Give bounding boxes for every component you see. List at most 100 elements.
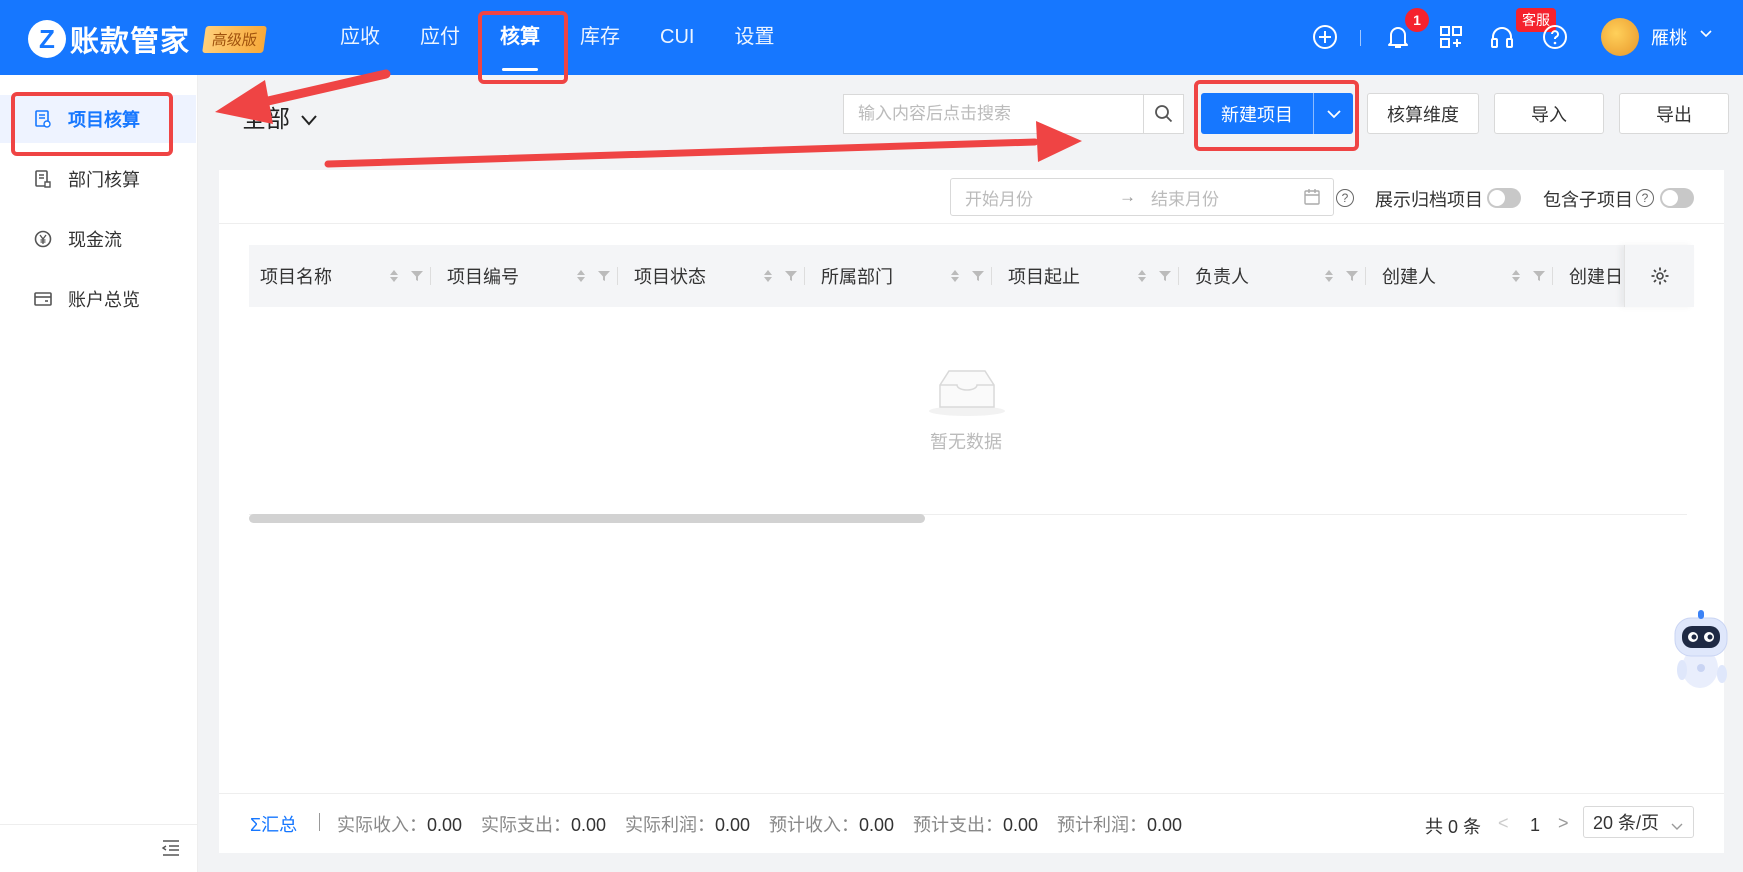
app-logo[interactable]: Z 账款管家 高级版 [28, 18, 267, 60]
show-archived-toggle[interactable] [1487, 188, 1521, 208]
empty-box-icon [928, 365, 1006, 417]
month-start-input[interactable]: 开始月份 [965, 185, 1033, 210]
card-divider [219, 223, 1724, 224]
summary-item-value: 0.00 [1003, 815, 1039, 835]
month-end-input[interactable]: 结束月份 [1151, 185, 1219, 210]
column-header[interactable]: 项目编号 [447, 245, 519, 307]
annotation-highlight-nav [478, 11, 568, 84]
sort-icon[interactable] [389, 269, 399, 283]
column-label: 创建人 [1382, 267, 1436, 287]
range-arrow: → [1119, 187, 1136, 206]
filter-icon[interactable] [1533, 270, 1545, 282]
pagination-prev[interactable]: < [1498, 813, 1509, 834]
gear-icon [1651, 267, 1668, 285]
search-input[interactable] [844, 95, 1143, 133]
help-icon[interactable]: ? [1636, 189, 1654, 207]
column-header[interactable]: 项目起止 [1008, 245, 1080, 307]
sidebar-item-cashflow[interactable]: 现金流 [0, 215, 196, 263]
user-name[interactable]: 雁桃 [1651, 24, 1687, 50]
filter-dropdown[interactable]: 全部 [242, 99, 318, 134]
column-label: 创建日 [1569, 267, 1623, 287]
column-separator[interactable] [1365, 267, 1366, 285]
column-separator[interactable] [1178, 267, 1179, 285]
nav-settings[interactable]: 设置 [714, 0, 794, 75]
nav-inventory[interactable]: 库存 [560, 0, 640, 75]
nav-cui[interactable]: CUI [640, 0, 714, 75]
summary-item: 预计利润：0.00 [1057, 811, 1182, 837]
filter-icon[interactable] [1346, 270, 1358, 282]
column-header[interactable]: 项目名称 [260, 245, 332, 307]
horizontal-scrollbar[interactable] [249, 514, 925, 523]
avatar[interactable] [1601, 18, 1639, 56]
column-separator[interactable] [804, 267, 805, 285]
summary-item-value: 0.00 [715, 815, 751, 835]
export-button[interactable]: 导出 [1619, 93, 1729, 134]
assistant-robot-icon[interactable] [1670, 608, 1736, 694]
sidebar-item-department-accounting[interactable]: 部门核算 [0, 155, 196, 203]
add-circle-icon[interactable] [1310, 22, 1340, 52]
search-button[interactable] [1143, 95, 1183, 133]
collapse-menu-icon[interactable] [161, 839, 181, 859]
sort-icon[interactable] [1324, 269, 1334, 283]
top-header: Z 账款管家 高级版 应收 应付 核算 库存 CUI 设置 [0, 0, 1743, 75]
summary-item-value: 0.00 [571, 815, 607, 835]
headset-icon[interactable] [1487, 22, 1517, 52]
pagination-total: 共 0 条 [1425, 817, 1482, 837]
apps-grid-icon[interactable] [1436, 22, 1466, 52]
sort-icon[interactable] [763, 269, 773, 283]
header-divider [1360, 30, 1361, 46]
chevron-down-icon [1671, 816, 1683, 830]
account-card-icon [34, 290, 52, 308]
page-size-select[interactable]: 20 条/页 [1583, 806, 1694, 838]
column-header[interactable]: 负责人 [1195, 245, 1249, 307]
column-separator[interactable] [430, 267, 431, 285]
show-archived-label: 展示归档项目 [1375, 190, 1483, 210]
sort-icon[interactable] [1137, 269, 1147, 283]
chevron-down-icon[interactable] [1699, 26, 1713, 43]
cashflow-yen-icon [34, 230, 52, 248]
column-label: 项目编号 [447, 267, 519, 287]
search-box [843, 94, 1184, 134]
nav-payable[interactable]: 应付 [400, 0, 480, 75]
summary-label[interactable]: Σ汇总 [250, 811, 297, 837]
filter-icon[interactable] [785, 270, 797, 282]
pagination-next[interactable]: > [1558, 813, 1569, 834]
nav-receivable[interactable]: 应收 [320, 0, 400, 75]
month-range-picker[interactable]: 开始月份 → 结束月份 [950, 178, 1334, 216]
summary-item-label: 预计利润： [1057, 815, 1147, 835]
column-header[interactable]: 项目状态 [634, 245, 706, 307]
app-name: 账款管家 [70, 26, 191, 58]
include-children-toggle[interactable] [1660, 188, 1694, 208]
filter-icon[interactable] [1159, 270, 1171, 282]
filter-title: 全部 [242, 106, 290, 133]
filter-icon[interactable] [411, 270, 423, 282]
column-label: 项目状态 [634, 267, 706, 287]
summary-item-value: 0.00 [427, 815, 463, 835]
column-header[interactable]: 创建人 [1382, 245, 1436, 307]
summary-item: 实际收入：0.00 [337, 811, 462, 837]
column-settings-button[interactable] [1624, 245, 1694, 307]
sort-icon[interactable] [950, 269, 960, 283]
summary-item-value: 0.00 [1147, 815, 1183, 835]
sidebar-item-label: 现金流 [68, 230, 122, 250]
column-separator[interactable] [1552, 267, 1553, 285]
annotation-highlight-new-project [1194, 80, 1359, 151]
sort-icon[interactable] [1511, 269, 1521, 283]
filter-icon[interactable] [972, 270, 984, 282]
column-header[interactable]: 创建日 [1569, 245, 1623, 307]
column-separator[interactable] [991, 267, 992, 285]
summary-item-label: 实际支出： [481, 815, 571, 835]
import-button[interactable]: 导入 [1494, 93, 1604, 134]
sort-icon[interactable] [576, 269, 586, 283]
annotation-highlight-sidebar [11, 92, 173, 156]
search-icon [1154, 105, 1172, 123]
help-icon[interactable]: ? [1336, 189, 1354, 207]
help-icon[interactable] [1540, 22, 1570, 52]
column-separator[interactable] [617, 267, 618, 285]
pagination-page[interactable]: 1 [1530, 815, 1540, 836]
filter-icon[interactable] [598, 270, 610, 282]
sidebar-item-account-overview[interactable]: 账户总览 [0, 275, 196, 323]
accounting-dimension-button[interactable]: 核算维度 [1367, 93, 1479, 134]
page-size-value: 20 条/页 [1593, 813, 1660, 833]
column-header[interactable]: 所属部门 [821, 245, 893, 307]
